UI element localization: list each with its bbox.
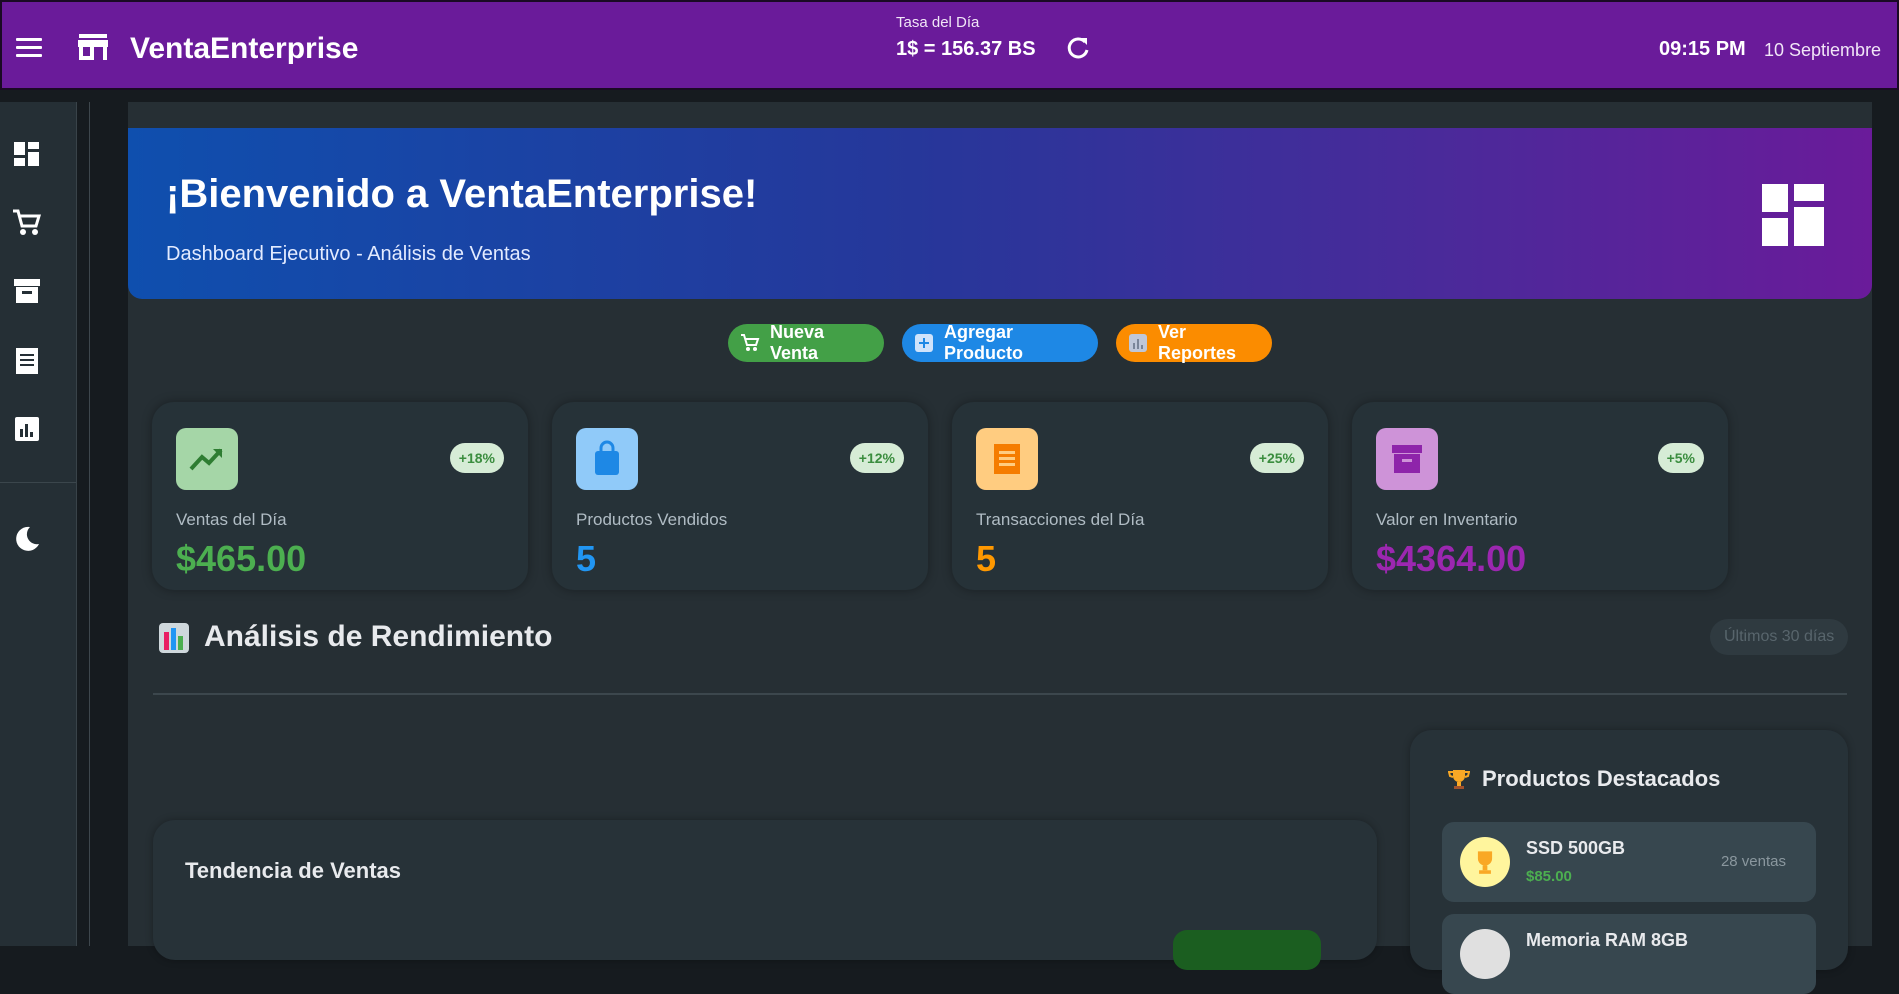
trophy-icon xyxy=(1448,770,1470,789)
app-title: VentaEnterprise xyxy=(130,32,359,65)
stat-value: $465.00 xyxy=(176,538,307,579)
stat-value: $4364.00 xyxy=(1376,538,1527,579)
chart-box-icon xyxy=(1128,333,1148,353)
receipt-icon[interactable] xyxy=(12,346,42,376)
exchange-rate-value: 1$ = 156.37 BS xyxy=(896,38,1036,60)
clock-date: 10 Septiembre xyxy=(1764,40,1882,60)
sidebar xyxy=(0,102,77,946)
banner-subtitle: Dashboard Ejecutivo - Análisis de Ventas xyxy=(166,243,531,265)
trend-title: Tendencia de Ventas xyxy=(185,858,402,883)
receipt-icon xyxy=(976,428,1038,490)
stat-label: Productos Vendidos xyxy=(576,510,728,529)
trending-up-icon xyxy=(176,428,238,490)
stat-label: Valor en Inventario xyxy=(1376,510,1518,529)
main-content: ¡Bienvenido a VentaEnterprise! Dashboard… xyxy=(128,102,1872,994)
stat-card-transactions: +25% Transacciones del Día 5 xyxy=(952,402,1328,590)
stat-badge: +25% xyxy=(1249,443,1304,473)
sales-trend-panel: Tendencia de Ventas xyxy=(153,820,1377,970)
refresh-icon[interactable] xyxy=(1064,34,1092,62)
section-divider xyxy=(153,693,1847,695)
list-item[interactable]: Memoria RAM 8GB xyxy=(1442,914,1816,994)
new-sale-label: Nueva Venta xyxy=(770,322,825,363)
store-icon xyxy=(78,34,108,60)
archive-icon xyxy=(1376,428,1438,490)
period-selector[interactable]: Últimos 30 días xyxy=(1710,619,1849,655)
sidebar-divider xyxy=(0,482,76,483)
add-product-label: Agregar Producto xyxy=(944,322,1023,363)
stat-value: 5 xyxy=(576,538,597,579)
product-sales: 28 ventas xyxy=(1720,853,1786,870)
bar-chart-icon xyxy=(159,623,189,653)
section-title: Análisis de Rendimiento xyxy=(204,620,553,653)
top-products-title: Productos Destacados xyxy=(1482,766,1721,791)
product-price: $85.00 xyxy=(1526,868,1572,885)
add-product-button[interactable]: Agregar Producto xyxy=(902,322,1098,363)
top-app-bar: VentaEnterprise Tasa del Día 1$ = 156.37… xyxy=(0,0,1899,90)
trend-action-button[interactable] xyxy=(1173,930,1321,970)
stat-card-sales: +18% Ventas del Día $465.00 xyxy=(152,402,528,590)
bar-chart-icon[interactable] xyxy=(12,414,42,444)
view-reports-button[interactable]: Ver Reportes xyxy=(1116,322,1272,363)
stat-card-inventory: +5% Valor en Inventario $4364.00 xyxy=(1352,402,1728,590)
clock-time: 09:15 PM xyxy=(1659,38,1746,60)
dashboard-icon[interactable] xyxy=(12,140,42,170)
banner-title: ¡Bienvenido a VentaEnterprise! xyxy=(166,172,758,216)
trophy-icon xyxy=(1460,837,1510,887)
product-name: Memoria RAM 8GB xyxy=(1526,930,1689,950)
stat-label: Ventas del Día xyxy=(176,510,287,529)
archive-icon[interactable] xyxy=(12,276,42,306)
medal-icon xyxy=(1460,929,1510,979)
menu-icon[interactable] xyxy=(16,38,42,58)
stat-value: 5 xyxy=(976,538,997,579)
stat-badge: +5% xyxy=(1657,443,1704,473)
stat-label: Transacciones del Día xyxy=(976,510,1145,529)
top-products-panel: Productos Destacados SSD 500GB $85.00 28… xyxy=(1410,730,1848,994)
welcome-banner: ¡Bienvenido a VentaEnterprise! Dashboard… xyxy=(128,128,1872,299)
stat-card-products: +12% Productos Vendidos 5 xyxy=(552,402,928,590)
cart-icon[interactable] xyxy=(12,208,42,238)
shopping-bag-icon xyxy=(576,428,638,490)
cart-plus-icon xyxy=(740,333,760,353)
plus-box-icon xyxy=(914,333,934,353)
stat-badge: +12% xyxy=(849,443,904,473)
moon-icon[interactable] xyxy=(12,524,42,554)
list-item[interactable]: SSD 500GB $85.00 28 ventas xyxy=(1442,822,1816,902)
product-name: SSD 500GB xyxy=(1526,838,1626,858)
stat-badge: +18% xyxy=(449,443,504,473)
sidebar-edge xyxy=(89,102,90,946)
new-sale-button[interactable]: Nueva Venta xyxy=(728,322,884,363)
view-reports-label: Ver Reportes xyxy=(1158,322,1237,363)
dashboard-icon xyxy=(1762,184,1824,246)
exchange-rate-label: Tasa del Día xyxy=(896,14,980,31)
